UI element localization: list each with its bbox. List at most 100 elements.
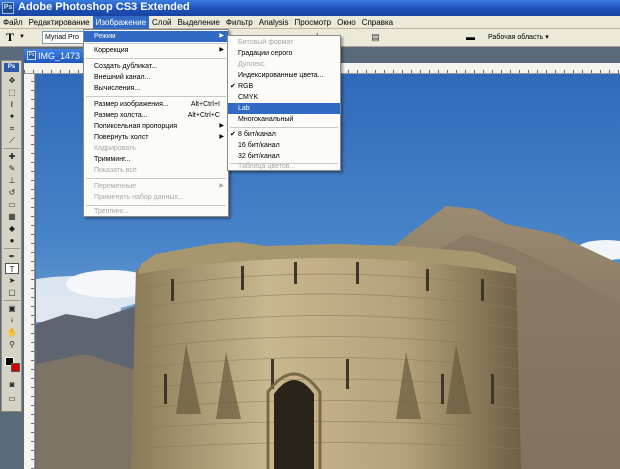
menu-item-label: Попиксельная пропорция xyxy=(94,123,178,130)
menu-item-multichannel[interactable]: Многоканальный xyxy=(228,114,340,125)
checkmark-icon: ✔ xyxy=(230,131,236,138)
menu-item-label: Коррекция xyxy=(94,47,129,54)
menu-item-label: Режим xyxy=(94,33,116,40)
image-menu: Режим ▶ Коррекция ▶ Создать дубликат... Вн… xyxy=(83,29,229,217)
menu-item-grayscale[interactable]: Градации серого xyxy=(228,48,340,59)
palettes-toggle-icon[interactable]: ▤ xyxy=(370,32,381,43)
menu-file[interactable]: Файл xyxy=(0,16,26,29)
menu-item-reveal-all[interactable]: Показать все xyxy=(84,165,228,176)
menu-item-trim[interactable]: Тримминг... xyxy=(84,154,228,165)
font-family-select[interactable]: Myriad Pro xyxy=(42,31,84,44)
type-tool-icon[interactable]: T xyxy=(5,263,19,274)
workspace-icon[interactable]: ▬ xyxy=(466,32,475,42)
eyedropper-tool-icon[interactable]: ⟊ xyxy=(5,315,19,326)
vertical-ruler[interactable] xyxy=(24,74,35,469)
toolbox-logo: Ps xyxy=(4,63,19,72)
type-tool-preset[interactable]: T xyxy=(6,30,14,45)
menu-item-pixel-aspect-ratio[interactable]: Попиксельная пропорция ▶ xyxy=(84,121,228,132)
menu-item-trap[interactable]: Треппинг... xyxy=(84,206,228,217)
menu-item-apply-image[interactable]: Внешний канал... xyxy=(84,72,228,83)
menu-bar: Файл Редактирование Изображение Слой Выделен… xyxy=(0,16,620,29)
history-brush-tool-icon[interactable]: ↺ xyxy=(5,187,19,198)
submenu-arrow-icon: ▶ xyxy=(219,123,224,129)
menu-item-duotone[interactable]: Дуплекс xyxy=(228,59,340,70)
blur-tool-icon[interactable]: ◆ xyxy=(5,223,19,234)
submenu-arrow-icon: ▶ xyxy=(219,134,224,140)
menu-item-label: RGB xyxy=(238,83,254,90)
marquee-tool-icon[interactable]: ⬚ xyxy=(5,87,19,98)
menu-analysis[interactable]: Analysis xyxy=(256,16,292,29)
menu-item-canvas-size[interactable]: Размер холста... Alt+Ctrl+C xyxy=(84,110,228,121)
pen-tool-icon[interactable]: ✒ xyxy=(5,251,19,262)
magic-wand-tool-icon[interactable]: ✦ xyxy=(5,111,19,122)
menu-item-apply-data-set[interactable]: Применить набор данных... xyxy=(84,192,228,203)
toolbox-divider xyxy=(4,248,20,249)
background-color-swatch[interactable] xyxy=(11,363,20,372)
menu-item-label: Размер холста... xyxy=(94,112,148,119)
menu-window[interactable]: Окно xyxy=(334,16,359,29)
healing-brush-tool-icon[interactable]: ✚ xyxy=(5,151,19,162)
move-tool-icon[interactable]: ✥ xyxy=(5,75,19,86)
dodge-tool-icon[interactable]: ● xyxy=(5,235,19,246)
menu-item-shortcut: Alt+Ctrl+C xyxy=(187,112,220,119)
menu-item-calculations[interactable]: Вычисления... xyxy=(84,83,228,94)
menu-edit[interactable]: Редактирование xyxy=(26,16,93,29)
mode-submenu: Битовый формат Градации серого Дуплекс И… xyxy=(227,35,341,171)
gradient-tool-icon[interactable]: ▦ xyxy=(5,211,19,222)
menu-divider xyxy=(86,178,226,179)
quick-mask-icon[interactable]: ◙ xyxy=(5,379,19,390)
eraser-tool-icon[interactable]: ▭ xyxy=(5,199,19,210)
menu-item-variables[interactable]: Переменные ▶ xyxy=(84,181,228,192)
notes-tool-icon[interactable]: ▣ xyxy=(5,303,19,314)
menu-select[interactable]: Выделение xyxy=(174,16,222,29)
menu-item-bitmap[interactable]: Битовый формат xyxy=(228,37,340,48)
submenu-arrow-icon: ▶ xyxy=(219,47,224,53)
crop-tool-icon[interactable]: ⌗ xyxy=(5,123,19,134)
menu-item-cmyk[interactable]: CMYK xyxy=(228,92,340,103)
menu-item-label: Размер изображения... xyxy=(94,101,169,108)
menu-item-label: Повернуть холст xyxy=(94,134,149,141)
menu-divider xyxy=(86,58,226,59)
menu-item-rotate-canvas[interactable]: Повернуть холст ▶ xyxy=(84,132,228,143)
window-title: Adobe Photoshop CS3 Extended xyxy=(18,1,190,13)
menu-item-mode[interactable]: Режим ▶ xyxy=(84,31,228,42)
preset-dropdown-arrow-icon[interactable]: ▼ xyxy=(19,34,25,40)
menu-item-16-bits[interactable]: 16 бит/канал xyxy=(228,140,340,151)
menu-divider xyxy=(86,96,226,97)
photoshop-app-icon: Ps xyxy=(2,2,14,14)
menu-item-8-bits[interactable]: ✔ 8 бит/канал xyxy=(228,129,340,140)
shape-tool-icon[interactable]: ▢ xyxy=(5,287,19,298)
checkmark-icon: ✔ xyxy=(230,83,236,90)
menu-item-label: Переменные xyxy=(94,183,137,190)
document-icon: Ps xyxy=(27,51,36,60)
menu-filter[interactable]: Фильтр xyxy=(223,16,256,29)
menu-item-adjustments[interactable]: Коррекция ▶ xyxy=(84,45,228,56)
menu-layer[interactable]: Слой xyxy=(149,16,174,29)
toolbox: Ps ✥ ⬚ ℓ ✦ ⌗ ⟋ ✚ ✎ ⊥ ↺ ▭ ▦ ◆ ● ✒ T ➤ ▢ ▣… xyxy=(1,60,22,412)
menu-item-crop[interactable]: Кадрировать xyxy=(84,143,228,154)
slice-tool-icon[interactable]: ⟋ xyxy=(5,135,19,146)
path-selection-tool-icon[interactable]: ➤ xyxy=(5,275,19,286)
menu-view[interactable]: Просмотр xyxy=(292,16,335,29)
menu-divider xyxy=(86,43,226,44)
screen-mode-icon[interactable]: ▭ xyxy=(5,393,19,404)
title-bar: Ps Adobe Photoshop CS3 Extended xyxy=(0,0,620,16)
menu-item-color-table[interactable]: Таблица цветов... xyxy=(228,161,340,172)
menu-item-label: 8 бит/канал xyxy=(238,131,276,138)
lasso-tool-icon[interactable]: ℓ xyxy=(5,99,19,110)
menu-item-rgb[interactable]: ✔ RGB xyxy=(228,81,340,92)
toolbox-divider xyxy=(4,148,20,149)
menu-item-shortcut: Alt+Ctrl+I xyxy=(190,101,220,108)
workspace-menu[interactable]: Рабочая область ▾ xyxy=(488,32,549,43)
menu-item-image-size[interactable]: Размер изображения... Alt+Ctrl+I xyxy=(84,99,228,110)
brush-tool-icon[interactable]: ✎ xyxy=(5,163,19,174)
menu-item-indexed-color[interactable]: Индексированные цвета... xyxy=(228,70,340,81)
menu-help[interactable]: Справка xyxy=(359,16,396,29)
menu-item-lab[interactable]: Lab xyxy=(228,103,340,114)
zoom-tool-icon[interactable]: ⚲ xyxy=(5,339,19,350)
menu-image[interactable]: Изображение xyxy=(92,16,150,29)
clone-stamp-tool-icon[interactable]: ⊥ xyxy=(5,175,19,186)
hand-tool-icon[interactable]: ✋ xyxy=(5,327,19,338)
menu-item-duplicate[interactable]: Создать дубликат... xyxy=(84,61,228,72)
document-title: IMG_1473 xyxy=(38,51,81,61)
